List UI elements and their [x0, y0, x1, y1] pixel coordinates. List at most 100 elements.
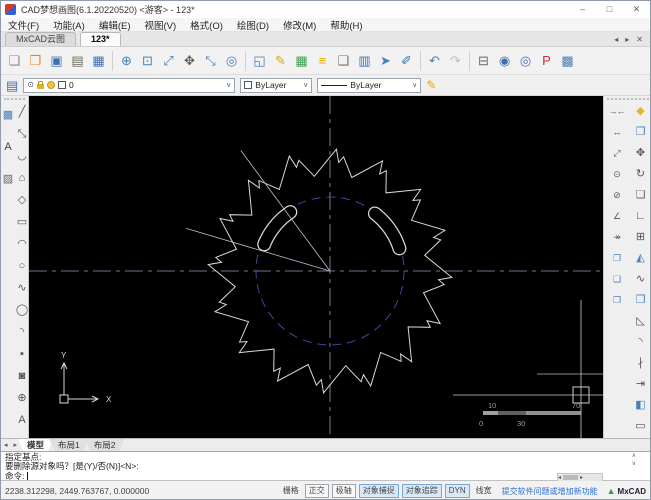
color-select[interactable]: ByLayer ∨ — [240, 78, 312, 93]
menu-edit[interactable]: 编辑(E) — [92, 18, 138, 32]
linetype-dropdown-icon[interactable]: ∨ — [412, 81, 417, 89]
hatch-icon[interactable]: ▨ — [1, 168, 15, 190]
save-icon[interactable]: ▣ — [46, 50, 67, 72]
layout-prev-icon[interactable]: ◂ — [1, 441, 11, 449]
ellipse-icon[interactable]: ◯ — [15, 299, 29, 321]
arc-icon[interactable]: ◠ — [15, 233, 29, 255]
toggle-grid[interactable]: 栅格 — [280, 485, 302, 497]
feedback-link[interactable]: 提交软件问题或增加新功能 — [502, 486, 598, 497]
zoom-scale-icon[interactable]: ⤡ — [200, 50, 221, 72]
viewport-icon[interactable]: ▭ — [629, 416, 651, 437]
copy-icon[interactable]: ❐ — [629, 122, 651, 143]
web-cloud-icon[interactable]: ◎ — [515, 50, 536, 72]
polygon-icon[interactable]: ⌂ — [15, 167, 29, 189]
minimize-button[interactable]: – — [569, 1, 596, 18]
ellipse-arc-icon[interactable]: ◝ — [15, 321, 29, 343]
layout-tab-1[interactable]: 布局1 — [49, 439, 89, 451]
spline-edit-icon[interactable]: ∿ — [629, 269, 651, 290]
menu-format[interactable]: 格式(O) — [183, 18, 230, 32]
menu-help[interactable]: 帮助(H) — [323, 18, 369, 32]
display-settings-icon[interactable]: ▥ — [354, 50, 375, 72]
mirror-icon[interactable]: ◭ — [629, 248, 651, 269]
paste-squares-icon[interactable]: ❑ — [605, 269, 628, 290]
erase-icon[interactable]: ◆ — [629, 101, 651, 122]
array-icon[interactable]: ⊞ — [629, 227, 651, 248]
format-brush-icon[interactable]: ✐ — [396, 50, 417, 72]
text-icon[interactable]: A — [15, 409, 29, 431]
zoom-dynamic-icon[interactable]: ⊕ — [116, 50, 137, 72]
scroll-left-icon[interactable]: ◂ — [558, 474, 561, 481]
color-palette-icon[interactable]: ▦ — [291, 50, 312, 72]
scrollbar-thumb[interactable] — [563, 475, 578, 480]
block-icon[interactable]: ◙ — [15, 365, 29, 387]
spline-icon[interactable]: ∿ — [15, 277, 29, 299]
save-as-icon[interactable]: ▦ — [88, 50, 109, 72]
linetype-select[interactable]: ByLayer ∨ — [317, 78, 421, 93]
line-icon[interactable]: ╱ — [15, 101, 29, 123]
redo-icon[interactable]: ↷ — [445, 50, 466, 72]
menu-modify[interactable]: 修改(M) — [276, 18, 323, 32]
polyline-icon[interactable]: ◡ — [15, 145, 29, 167]
layout-next-icon[interactable]: ▸ — [11, 441, 21, 449]
zoom-all-icon[interactable]: ◎ — [221, 50, 242, 72]
scroll-down-icon[interactable]: ∨ — [632, 460, 636, 467]
layout-tab-model[interactable]: 模型 — [18, 439, 53, 451]
explode-squares-icon[interactable]: ❒ — [605, 290, 628, 311]
dim-aligned-icon[interactable]: ⤢ — [605, 143, 628, 164]
linetype-edit-pencil-icon[interactable]: ✎ — [426, 79, 436, 91]
dim-continue-icon[interactable]: ↠ — [605, 227, 628, 248]
fillet-icon[interactable]: ◝ — [629, 332, 651, 353]
menu-file[interactable]: 文件(F) — [1, 18, 46, 32]
dim-linear-icon[interactable]: ↔ — [605, 122, 628, 143]
rotate-icon[interactable]: ↻ — [629, 164, 651, 185]
scroll-right-icon[interactable]: ▸ — [580, 474, 583, 481]
zoom-extents-icon[interactable]: ⤢ — [158, 50, 179, 72]
command-window[interactable]: 指定基点: 要删除源对象吗？[是(Y)/否(N)]<N>: 命令: — [1, 451, 650, 481]
scroll-up-icon[interactable]: ∧ — [632, 452, 636, 459]
drawing-viewport[interactable]: 1070030YX — [29, 96, 603, 438]
dim-radius-icon[interactable]: ⊙ — [605, 164, 628, 185]
close-button[interactable]: ✕ — [623, 1, 650, 18]
export-pdf-icon[interactable]: P — [536, 50, 557, 72]
dim-angular-icon[interactable]: ∠ — [605, 206, 628, 227]
tab-document-123[interactable]: 123* — [80, 32, 121, 46]
copy-squares-icon[interactable]: ❐ — [605, 248, 628, 269]
toggle-osnap[interactable]: 对象捕捉 — [359, 484, 399, 498]
export-image-icon[interactable]: ▩ — [557, 50, 578, 72]
box3d-icon[interactable]: ◧ — [629, 395, 651, 416]
tab-prev-icon[interactable]: ◂ — [614, 35, 618, 44]
toggle-ortho[interactable]: 正交 — [305, 484, 329, 498]
break-icon[interactable]: ∤ — [629, 353, 651, 374]
tab-next-icon[interactable]: ▸ — [625, 35, 629, 44]
insert-image-icon[interactable]: ▩ — [1, 104, 15, 126]
tab-mxcad-cloud[interactable]: MxCAD云图 — [5, 32, 76, 46]
polyline-edit-icon[interactable]: ∟ — [629, 206, 651, 227]
insert-block-icon[interactable]: ⊕ — [15, 387, 29, 409]
menu-draw[interactable]: 绘图(D) — [230, 18, 276, 32]
layers-stack-icon[interactable]: ▤ — [6, 79, 18, 92]
undo-icon[interactable]: ↶ — [424, 50, 445, 72]
layout-tab-2[interactable]: 布局2 — [85, 439, 125, 451]
color-dropdown-icon[interactable]: ∨ — [303, 81, 308, 89]
tab-close-icon[interactable]: ✕ — [636, 35, 643, 44]
move-icon[interactable]: ✥ — [629, 143, 651, 164]
chamfer-icon[interactable]: ◺ — [629, 311, 651, 332]
polygon-irregular-icon[interactable]: ◇ — [15, 189, 29, 211]
toggle-otrack[interactable]: 对象追踪 — [402, 484, 442, 498]
pan-icon[interactable]: ✥ — [179, 50, 200, 72]
layer-manager-icon[interactable]: ❑ — [333, 50, 354, 72]
menu-function[interactable]: 功能(A) — [46, 18, 92, 32]
dim-diameter-icon[interactable]: ⊘ — [605, 185, 628, 206]
sketch-icon[interactable]: ✎ — [270, 50, 291, 72]
dim-align-icon[interactable]: →← — [605, 101, 628, 122]
maximize-button[interactable]: □ — [596, 1, 623, 18]
linetype-icon[interactable]: ≡ — [312, 50, 333, 72]
layer-dropdown-icon[interactable]: ∨ — [226, 81, 231, 89]
zoom-object-icon[interactable]: ◱ — [249, 50, 270, 72]
offset-icon[interactable]: ❏ — [629, 185, 651, 206]
new-file-icon[interactable]: ❏ — [4, 50, 25, 72]
publish-web-icon[interactable]: ◉ — [494, 50, 515, 72]
menu-view[interactable]: 视图(V) — [137, 18, 183, 32]
select-icon[interactable]: ➤ — [375, 50, 396, 72]
zoom-window-icon[interactable]: ⊡ — [137, 50, 158, 72]
